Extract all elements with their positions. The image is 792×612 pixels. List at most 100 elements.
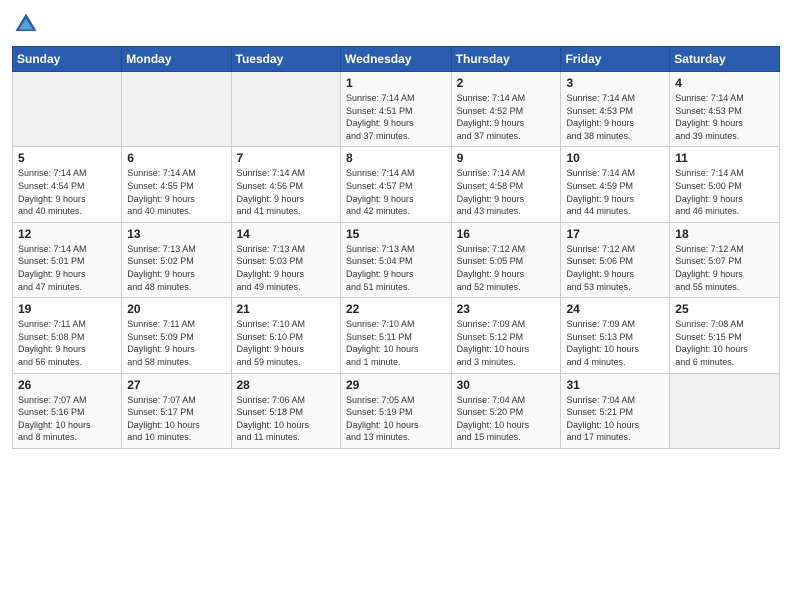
day-number: 15 <box>346 227 446 241</box>
calendar-cell: 2 Sunrise: 7:14 AM Sunset: 4:52 PM Daylig… <box>451 72 561 147</box>
calendar-cell: 25 Sunrise: 7:08 AM Sunset: 5:15 PM Dayli… <box>670 298 780 373</box>
day-number: 20 <box>127 302 225 316</box>
day-number: 30 <box>457 378 556 392</box>
day-info: Sunrise: 7:14 AM Sunset: 4:58 PM Dayligh… <box>457 167 556 217</box>
calendar-cell: 26 Sunrise: 7:07 AM Sunset: 5:16 PM Dayli… <box>13 373 122 448</box>
calendar-cell: 16 Sunrise: 7:12 AM Sunset: 5:05 PM Dayli… <box>451 222 561 297</box>
day-number: 4 <box>675 76 774 90</box>
day-number: 3 <box>566 76 664 90</box>
calendar-cell: 6Sunrise: 7:14 AM Sunset: 4:55 PM Daylig… <box>122 147 231 222</box>
calendar-cell: 20 Sunrise: 7:11 AM Sunset: 5:09 PM Dayli… <box>122 298 231 373</box>
day-number: 19 <box>18 302 116 316</box>
day-number: 18 <box>675 227 774 241</box>
day-info: Sunrise: 7:14 AM Sunset: 4:52 PM Dayligh… <box>457 92 556 142</box>
calendar-cell: 23 Sunrise: 7:09 AM Sunset: 5:12 PM Dayli… <box>451 298 561 373</box>
day-number: 7 <box>237 151 335 165</box>
calendar-cell: 14 Sunrise: 7:13 AM Sunset: 5:03 PM Dayli… <box>231 222 340 297</box>
calendar-cell <box>13 72 122 147</box>
calendar-cell: 12 Sunrise: 7:14 AM Sunset: 5:01 PM Dayli… <box>13 222 122 297</box>
calendar-cell: 9 Sunrise: 7:14 AM Sunset: 4:58 PM Daylig… <box>451 147 561 222</box>
day-number: 28 <box>237 378 335 392</box>
day-number: 24 <box>566 302 664 316</box>
calendar-week-row: 5 Sunrise: 7:14 AM Sunset: 4:54 PM Daylig… <box>13 147 780 222</box>
day-number: 2 <box>457 76 556 90</box>
day-info: Sunrise: 7:13 AM Sunset: 5:02 PM Dayligh… <box>127 243 225 293</box>
day-info: Sunrise: 7:14 AM Sunset: 4:57 PM Dayligh… <box>346 167 446 217</box>
day-info: Sunrise: 7:12 AM Sunset: 5:06 PM Dayligh… <box>566 243 664 293</box>
day-number: 10 <box>566 151 664 165</box>
day-number: 21 <box>237 302 335 316</box>
day-info: Sunrise: 7:04 AM Sunset: 5:20 PM Dayligh… <box>457 394 556 444</box>
weekday-row: SundayMondayTuesdayWednesdayThursdayFrid… <box>13 47 780 72</box>
day-info: Sunrise: 7:11 AM Sunset: 5:08 PM Dayligh… <box>18 318 116 368</box>
day-info: Sunrise: 7:12 AM Sunset: 5:05 PM Dayligh… <box>457 243 556 293</box>
calendar-cell: 21 Sunrise: 7:10 AM Sunset: 5:10 PM Dayli… <box>231 298 340 373</box>
day-number: 31 <box>566 378 664 392</box>
day-info: Sunrise: 7:14 AM Sunset: 4:54 PM Dayligh… <box>18 167 116 217</box>
day-info: Sunrise: 7:04 AM Sunset: 5:21 PM Dayligh… <box>566 394 664 444</box>
day-number: 26 <box>18 378 116 392</box>
weekday-header: Thursday <box>451 47 561 72</box>
day-number: 22 <box>346 302 446 316</box>
calendar-cell: 4Sunrise: 7:14 AM Sunset: 4:53 PM Daylig… <box>670 72 780 147</box>
calendar-cell: 29Sunrise: 7:05 AM Sunset: 5:19 PM Dayli… <box>340 373 451 448</box>
day-info: Sunrise: 7:07 AM Sunset: 5:16 PM Dayligh… <box>18 394 116 444</box>
calendar-cell <box>122 72 231 147</box>
day-number: 6 <box>127 151 225 165</box>
calendar-week-row: 19 Sunrise: 7:11 AM Sunset: 5:08 PM Dayli… <box>13 298 780 373</box>
day-info: Sunrise: 7:12 AM Sunset: 5:07 PM Dayligh… <box>675 243 774 293</box>
calendar-cell <box>670 373 780 448</box>
day-info: Sunrise: 7:13 AM Sunset: 5:03 PM Dayligh… <box>237 243 335 293</box>
day-number: 8 <box>346 151 446 165</box>
day-number: 16 <box>457 227 556 241</box>
day-number: 12 <box>18 227 116 241</box>
logo-icon <box>12 10 40 38</box>
logo <box>12 10 44 38</box>
day-info: Sunrise: 7:11 AM Sunset: 5:09 PM Dayligh… <box>127 318 225 368</box>
day-info: Sunrise: 7:10 AM Sunset: 5:10 PM Dayligh… <box>237 318 335 368</box>
calendar-cell: 15 Sunrise: 7:13 AM Sunset: 5:04 PM Dayli… <box>340 222 451 297</box>
calendar-cell <box>231 72 340 147</box>
day-number: 9 <box>457 151 556 165</box>
day-info: Sunrise: 7:08 AM Sunset: 5:15 PM Dayligh… <box>675 318 774 368</box>
day-number: 23 <box>457 302 556 316</box>
day-info: Sunrise: 7:07 AM Sunset: 5:17 PM Dayligh… <box>127 394 225 444</box>
day-number: 27 <box>127 378 225 392</box>
calendar-cell: 10 Sunrise: 7:14 AM Sunset: 4:59 PM Dayli… <box>561 147 670 222</box>
calendar-cell: 8 Sunrise: 7:14 AM Sunset: 4:57 PM Daylig… <box>340 147 451 222</box>
day-info: Sunrise: 7:14 AM Sunset: 5:00 PM Dayligh… <box>675 167 774 217</box>
day-number: 25 <box>675 302 774 316</box>
day-info: Sunrise: 7:05 AM Sunset: 5:19 PM Dayligh… <box>346 394 446 444</box>
day-number: 14 <box>237 227 335 241</box>
calendar-cell: 7 Sunrise: 7:14 AM Sunset: 4:56 PM Daylig… <box>231 147 340 222</box>
day-number: 5 <box>18 151 116 165</box>
day-number: 17 <box>566 227 664 241</box>
day-info: Sunrise: 7:06 AM Sunset: 5:18 PM Dayligh… <box>237 394 335 444</box>
calendar-cell: 22 Sunrise: 7:10 AM Sunset: 5:11 PM Dayli… <box>340 298 451 373</box>
calendar-week-row: 26 Sunrise: 7:07 AM Sunset: 5:16 PM Dayli… <box>13 373 780 448</box>
calendar-cell: 19 Sunrise: 7:11 AM Sunset: 5:08 PM Dayli… <box>13 298 122 373</box>
day-info: Sunrise: 7:14 AM Sunset: 4:56 PM Dayligh… <box>237 167 335 217</box>
day-info: Sunrise: 7:14 AM Sunset: 4:51 PM Dayligh… <box>346 92 446 142</box>
weekday-header: Monday <box>122 47 231 72</box>
calendar-cell: 30 Sunrise: 7:04 AM Sunset: 5:20 PM Dayli… <box>451 373 561 448</box>
day-info: Sunrise: 7:10 AM Sunset: 5:11 PM Dayligh… <box>346 318 446 368</box>
calendar-cell: 31 Sunrise: 7:04 AM Sunset: 5:21 PM Dayli… <box>561 373 670 448</box>
calendar-cell: 17 Sunrise: 7:12 AM Sunset: 5:06 PM Dayli… <box>561 222 670 297</box>
calendar-cell: 3Sunrise: 7:14 AM Sunset: 4:53 PM Daylig… <box>561 72 670 147</box>
calendar-cell: 27 Sunrise: 7:07 AM Sunset: 5:17 PM Dayli… <box>122 373 231 448</box>
weekday-header: Wednesday <box>340 47 451 72</box>
calendar-cell: 28 Sunrise: 7:06 AM Sunset: 5:18 PM Dayli… <box>231 373 340 448</box>
day-info: Sunrise: 7:14 AM Sunset: 4:59 PM Dayligh… <box>566 167 664 217</box>
day-info: Sunrise: 7:09 AM Sunset: 5:13 PM Dayligh… <box>566 318 664 368</box>
weekday-header: Friday <box>561 47 670 72</box>
day-info: Sunrise: 7:13 AM Sunset: 5:04 PM Dayligh… <box>346 243 446 293</box>
calendar-cell: 18 Sunrise: 7:12 AM Sunset: 5:07 PM Dayli… <box>670 222 780 297</box>
calendar-table: SundayMondayTuesdayWednesdayThursdayFrid… <box>12 46 780 449</box>
weekday-header: Sunday <box>13 47 122 72</box>
calendar-cell: 5 Sunrise: 7:14 AM Sunset: 4:54 PM Daylig… <box>13 147 122 222</box>
day-info: Sunrise: 7:09 AM Sunset: 5:12 PM Dayligh… <box>457 318 556 368</box>
calendar-week-row: 1Sunrise: 7:14 AM Sunset: 4:51 PM Daylig… <box>13 72 780 147</box>
day-info: Sunrise: 7:14 AM Sunset: 5:01 PM Dayligh… <box>18 243 116 293</box>
calendar-cell: 11Sunrise: 7:14 AM Sunset: 5:00 PM Dayli… <box>670 147 780 222</box>
